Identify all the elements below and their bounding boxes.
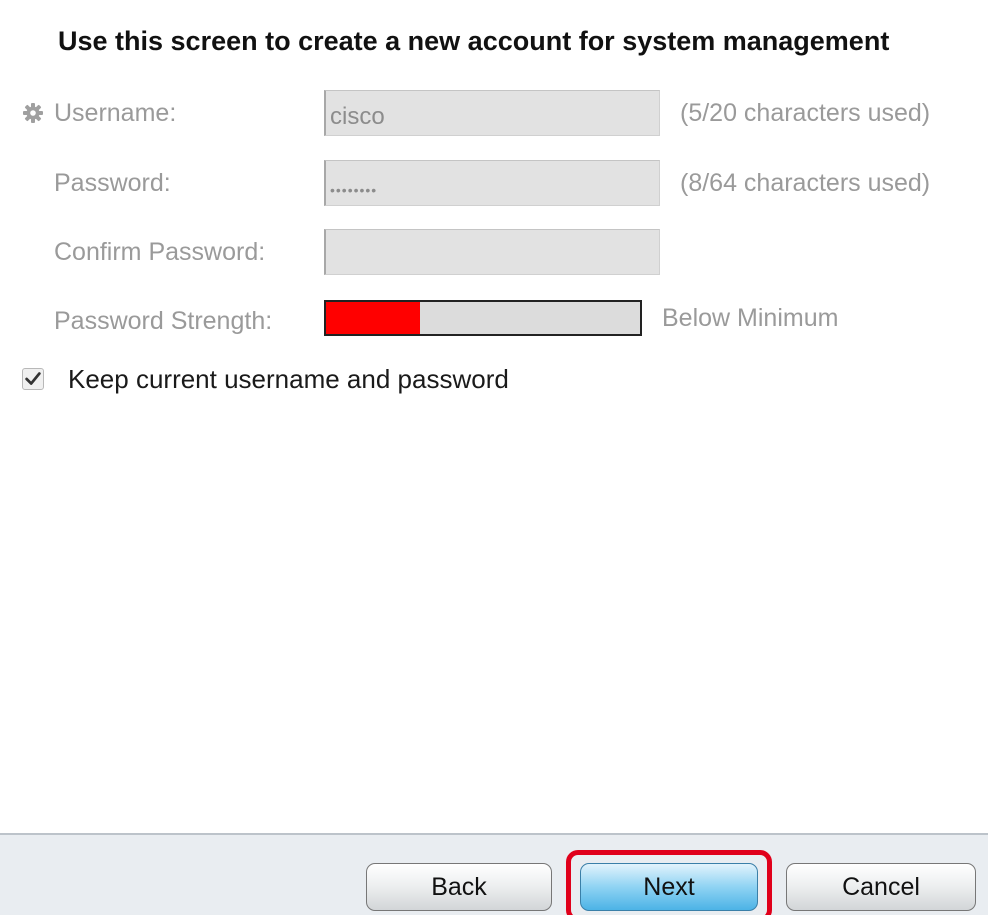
gear-icon [23, 103, 43, 123]
setup-wizard-page: Use this screen to create a new account … [0, 0, 988, 915]
page-title: Use this screen to create a new account … [58, 26, 890, 56]
keep-current-checkbox[interactable] [22, 368, 44, 390]
password-label: Password: [54, 169, 171, 197]
wizard-footer: Back Next Cancel [0, 833, 988, 915]
username-row: Username: (5/20 characters used) [0, 90, 988, 136]
password-strength-status: Below Minimum [662, 304, 839, 332]
confirm-password-label: Confirm Password: [54, 238, 266, 266]
password-strength-label: Password Strength: [54, 307, 273, 335]
username-label: Username: [54, 99, 177, 127]
password-char-count: (8/64 characters used) [680, 169, 931, 197]
back-button[interactable]: Back [366, 863, 552, 911]
username-char-count: (5/20 characters used) [680, 99, 931, 127]
password-row: Password: (8/64 characters used) [0, 160, 988, 206]
cancel-button[interactable]: Cancel [786, 863, 976, 911]
password-input[interactable] [324, 160, 660, 206]
username-input[interactable] [324, 90, 660, 136]
checkmark-icon [25, 372, 41, 385]
confirm-password-input[interactable] [324, 229, 660, 275]
password-strength-row: Password Strength: Below Minimum [0, 298, 988, 344]
next-button[interactable]: Next [580, 863, 758, 911]
confirm-password-row: Confirm Password: [0, 229, 988, 275]
password-strength-fill [326, 302, 421, 334]
password-strength-meter [324, 300, 642, 336]
keep-current-label[interactable]: Keep current username and password [68, 364, 509, 395]
